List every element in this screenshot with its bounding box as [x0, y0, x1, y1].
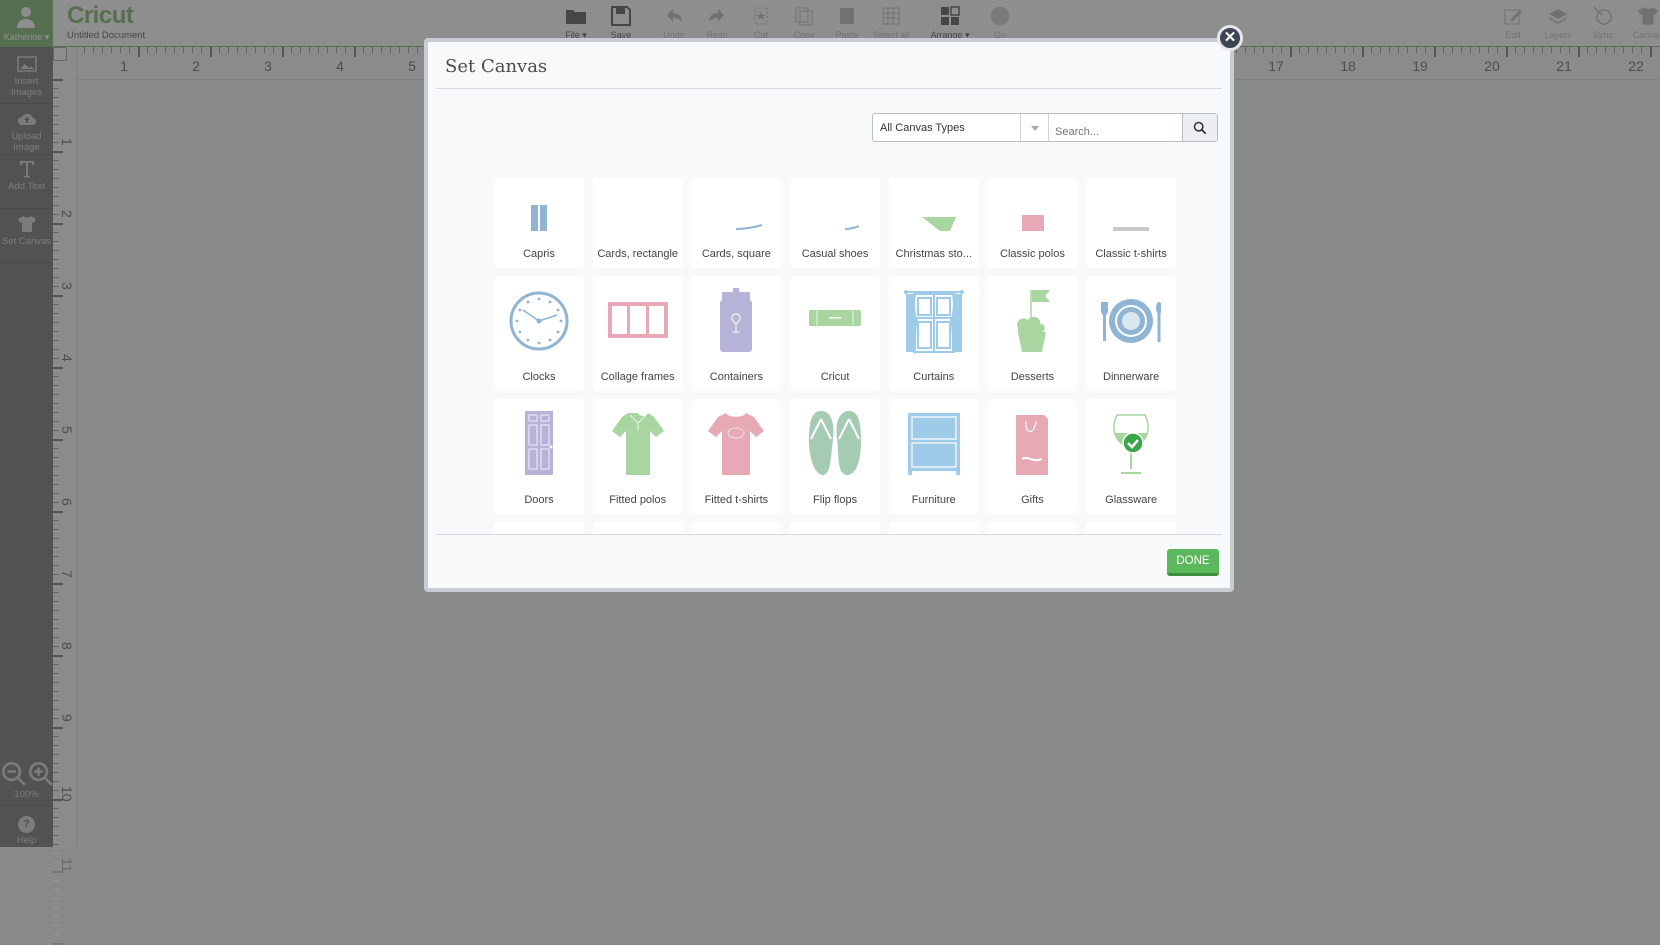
canvas-item-card[interactable]: Christmas sto... — [889, 178, 979, 268]
canvas-item-label: Casual shoes — [790, 248, 880, 260]
ruler-tick — [53, 880, 59, 881]
canvas-item-label: Christmas sto... — [889, 248, 979, 260]
canvas-item-label: Cards, square — [691, 248, 781, 260]
canvas-item-card[interactable]: Cards, rectangle — [593, 178, 683, 268]
furniture-icon — [904, 411, 964, 477]
search-icon — [1193, 121, 1207, 135]
canvas-item-card[interactable]: Clocks — [494, 276, 584, 391]
canvas-item-label: Desserts — [987, 371, 1077, 383]
canvas-item-label: Glassware — [1086, 494, 1176, 506]
flip-flops-icon — [805, 411, 865, 477]
doors-icon — [509, 411, 569, 477]
search-button[interactable] — [1182, 114, 1217, 141]
canvas-item-label: Furniture — [889, 494, 979, 506]
canvas-item-card[interactable]: Classic t-shirts — [1086, 178, 1176, 268]
canvas-item-card[interactable] — [790, 522, 880, 534]
canvas-item-card[interactable] — [691, 522, 781, 534]
canvas-item-label: Fitted polos — [593, 494, 683, 506]
gifts-icon — [1002, 411, 1062, 477]
canvas-item-label: Cricut — [790, 371, 880, 383]
canvas-item-card[interactable]: Gifts — [987, 399, 1077, 514]
canvas-item-card[interactable]: Containers — [691, 276, 781, 391]
canvas-item-card[interactable] — [987, 522, 1077, 534]
ruler-tick — [53, 925, 59, 926]
desserts-icon — [1002, 288, 1062, 354]
canvas-item-label: Flip flops — [790, 494, 880, 506]
canvas-item-card[interactable] — [593, 522, 683, 534]
clocks-icon — [509, 288, 569, 354]
canvas-item-label: Curtains — [889, 371, 979, 383]
divider — [436, 88, 1222, 89]
canvas-grid-scroll[interactable]: Capris Cards, rectangle Cards, square Casua… — [436, 178, 1222, 534]
close-icon: ✕ — [1224, 29, 1237, 46]
cards-rectangle-icon — [608, 178, 668, 231]
collage-frames-icon — [608, 288, 668, 354]
canvas-item-label: Capris — [494, 248, 584, 260]
divider — [436, 534, 1222, 535]
canvas-item-label: Doors — [494, 494, 584, 506]
ruler-tick — [53, 898, 59, 899]
ruler-tick — [53, 934, 59, 935]
canvas-item-card[interactable] — [494, 522, 584, 534]
canvas-item-card[interactable]: Collage frames — [593, 276, 683, 391]
search-input[interactable] — [1049, 114, 1182, 141]
curtains-icon — [904, 288, 964, 354]
casual-shoes-icon — [805, 178, 865, 231]
classic-t-shirts-icon — [1101, 178, 1161, 231]
classic-polos-icon — [1002, 178, 1062, 231]
canvas-grid: Capris Cards, rectangle Cards, square Casua… — [494, 178, 1176, 534]
canvas-item-label: Classic t-shirts — [1086, 248, 1176, 260]
canvas-filter: All Canvas Types — [872, 113, 1218, 142]
christmas-sto-icon — [904, 178, 964, 231]
canvas-item-card[interactable]: Cards, square — [691, 178, 781, 268]
cricut-icon — [805, 288, 865, 354]
close-dialog-button[interactable]: ✕ — [1217, 25, 1243, 51]
canvas-item-card[interactable]: Glassware — [1086, 399, 1176, 514]
canvas-item-card[interactable]: Doors — [494, 399, 584, 514]
canvas-item-card[interactable]: Classic polos — [987, 178, 1077, 268]
canvas-item-card[interactable]: Fitted t-shirts — [691, 399, 781, 514]
chevron-down-icon[interactable] — [1021, 114, 1049, 141]
ruler-tick — [53, 853, 59, 854]
glassware-icon — [1101, 411, 1161, 477]
canvas-item-card[interactable]: Flip flops — [790, 399, 880, 514]
cards-square-icon — [706, 178, 766, 231]
ruler-tick — [53, 889, 59, 890]
canvas-item-label: Clocks — [494, 371, 584, 383]
canvas-item-label: Containers — [691, 371, 781, 383]
canvas-item-card[interactable]: Desserts — [987, 276, 1077, 391]
canvas-type-select[interactable]: All Canvas Types — [873, 114, 1021, 141]
containers-icon — [706, 288, 766, 354]
canvas-item-card[interactable]: Fitted polos — [593, 399, 683, 514]
canvas-item-label: Gifts — [987, 494, 1077, 506]
dialog-title: Set Canvas — [445, 56, 547, 77]
done-button[interactable]: DONE — [1167, 549, 1219, 576]
dinnerware-icon — [1101, 288, 1161, 354]
canvas-item-card[interactable]: Curtains — [889, 276, 979, 391]
canvas-item-label: Dinnerware — [1086, 371, 1176, 383]
canvas-item-card[interactable]: Dinnerware — [1086, 276, 1176, 391]
fitted-polos-icon — [608, 411, 668, 477]
set-canvas-dialog: Set Canvas All Canvas Types Capris Cards,… — [424, 38, 1234, 592]
canvas-item-card[interactable]: Furniture — [889, 399, 979, 514]
canvas-item-card[interactable] — [889, 522, 979, 534]
canvas-item-label: Collage frames — [593, 371, 683, 383]
ruler-tick — [53, 916, 59, 917]
canvas-item-card[interactable]: Cricut — [790, 276, 880, 391]
canvas-item-card[interactable] — [1086, 522, 1176, 534]
canvas-item-label: Fitted t-shirts — [691, 494, 781, 506]
ruler-tick — [53, 907, 59, 908]
ruler-label: 11 — [59, 858, 75, 873]
canvas-item-card[interactable]: Capris — [494, 178, 584, 268]
fitted-t-shirts-icon — [706, 411, 766, 477]
canvas-item-label: Cards, rectangle — [593, 248, 683, 260]
capris-icon — [509, 178, 569, 231]
canvas-item-card[interactable]: Casual shoes — [790, 178, 880, 268]
canvas-item-label: Classic polos — [987, 248, 1077, 260]
